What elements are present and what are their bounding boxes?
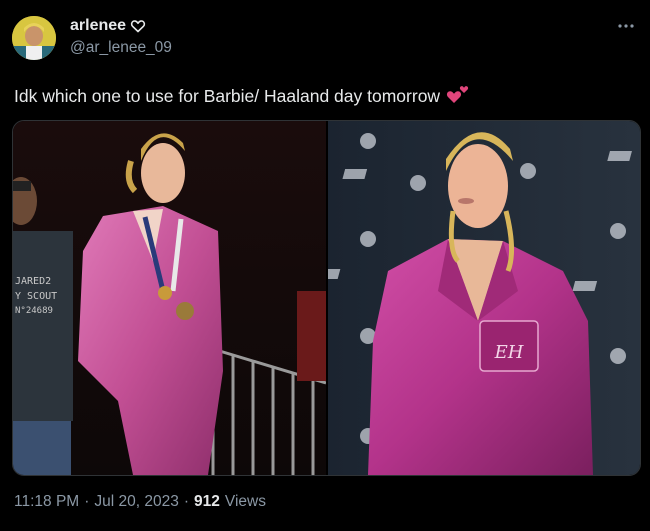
tweet-meta: 11:18 PM · Jul 20, 2023 · 912 Views bbox=[14, 493, 266, 511]
tweet-body: Idk which one to use for Barbie/ Haaland… bbox=[14, 86, 441, 106]
meta-separator: · bbox=[84, 493, 90, 510]
tweet-text: Idk which one to use for Barbie/ Haaland… bbox=[14, 83, 470, 110]
more-horizontal-icon bbox=[618, 24, 634, 28]
shirt-text-line-3: N°24689 bbox=[15, 306, 53, 316]
author-handle[interactable]: @ar_lenee_09 bbox=[70, 39, 172, 57]
pocket-monogram: EH bbox=[494, 342, 524, 363]
tweet: arlenee @ar_lenee_09 Idk which one to us… bbox=[0, 0, 650, 531]
author-display-name[interactable]: arlenee bbox=[70, 17, 126, 35]
tweet-date[interactable]: Jul 20, 2023 bbox=[94, 493, 178, 511]
media-photo-right[interactable]: EH bbox=[328, 121, 640, 475]
shirt-text-line-2: Y SCOUT bbox=[15, 291, 57, 302]
left-shirt-text: JARED2 Y SCOUT N°24689 bbox=[15, 276, 57, 316]
tweet-time[interactable]: 11:18 PM bbox=[14, 493, 79, 511]
shirt-text-line-1: JARED2 bbox=[15, 276, 51, 287]
media-photo-left[interactable]: JARED2 Y SCOUT N°24689 bbox=[13, 121, 326, 475]
views-label: Views bbox=[224, 493, 266, 510]
views-count[interactable]: 912 bbox=[194, 493, 220, 511]
media-grid: JARED2 Y SCOUT N°24689 EH bbox=[12, 120, 641, 476]
avatar-photo bbox=[12, 16, 56, 60]
heart-outline-icon bbox=[130, 18, 146, 34]
avatar[interactable] bbox=[12, 16, 56, 60]
two-hearts-icon bbox=[446, 83, 470, 110]
more-options-button[interactable] bbox=[614, 14, 638, 38]
meta-separator: · bbox=[183, 493, 190, 510]
author-name-row[interactable]: arlenee bbox=[70, 17, 146, 35]
